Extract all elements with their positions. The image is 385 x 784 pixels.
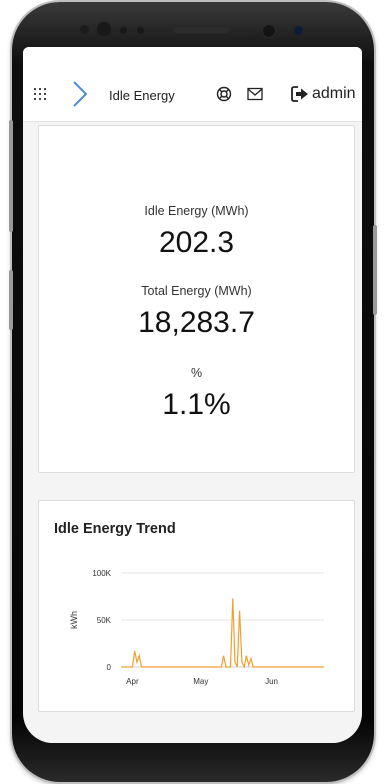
x-tick-label: Apr <box>126 677 139 686</box>
series-line <box>121 598 324 669</box>
phone-sensor <box>136 26 145 35</box>
y-tick-label: 50K <box>97 616 112 625</box>
phone-side-button <box>373 225 377 315</box>
percent-value: 1.1% <box>162 388 231 421</box>
chevron-right-icon[interactable] <box>70 80 90 108</box>
phone-side-button <box>9 270 13 330</box>
x-tick-label: Jun <box>265 677 278 686</box>
x-tick-label: May <box>193 677 208 686</box>
phone-sensor <box>119 26 128 35</box>
envelope-icon[interactable] <box>247 87 263 101</box>
screen-bottom <box>23 722 362 743</box>
page-title: Idle Energy <box>109 88 175 103</box>
app-screen: Idle Energy admin Idle Energy (MWh) 202.… <box>23 47 362 743</box>
user-name-link[interactable]: admin <box>312 85 356 103</box>
idle-energy-label: Idle Energy (MWh) <box>144 204 249 218</box>
lifebuoy-icon[interactable] <box>216 86 232 102</box>
total-energy-label: Total Energy (MWh) <box>141 284 252 298</box>
grid-icon[interactable] <box>34 88 46 100</box>
phone-speaker <box>173 27 229 33</box>
app-header: Idle Energy admin <box>23 47 362 122</box>
y-axis-label: kWh <box>69 611 79 629</box>
phone-sensor <box>80 25 89 34</box>
trend-chart: 0 50K 100K kWh Apr May Jun <box>69 569 324 686</box>
phone-camera <box>262 24 276 38</box>
total-energy-value: 18,283.7 <box>138 306 255 339</box>
phone-camera <box>97 22 111 36</box>
y-tick-label: 100K <box>92 569 111 578</box>
y-tick-label: 0 <box>107 663 112 672</box>
sign-out-icon[interactable] <box>291 86 309 102</box>
phone-camera <box>294 26 303 35</box>
kpi-card: Idle Energy (MWh) 202.3 Total Energy (MW… <box>38 125 355 473</box>
idle-energy-value: 202.3 <box>158 226 235 259</box>
phone-side-button <box>9 120 13 232</box>
percent-label: % <box>190 366 203 380</box>
trend-card: Idle Energy Trend 0 50K 100K kWh Apr May Jun <box>38 500 355 712</box>
